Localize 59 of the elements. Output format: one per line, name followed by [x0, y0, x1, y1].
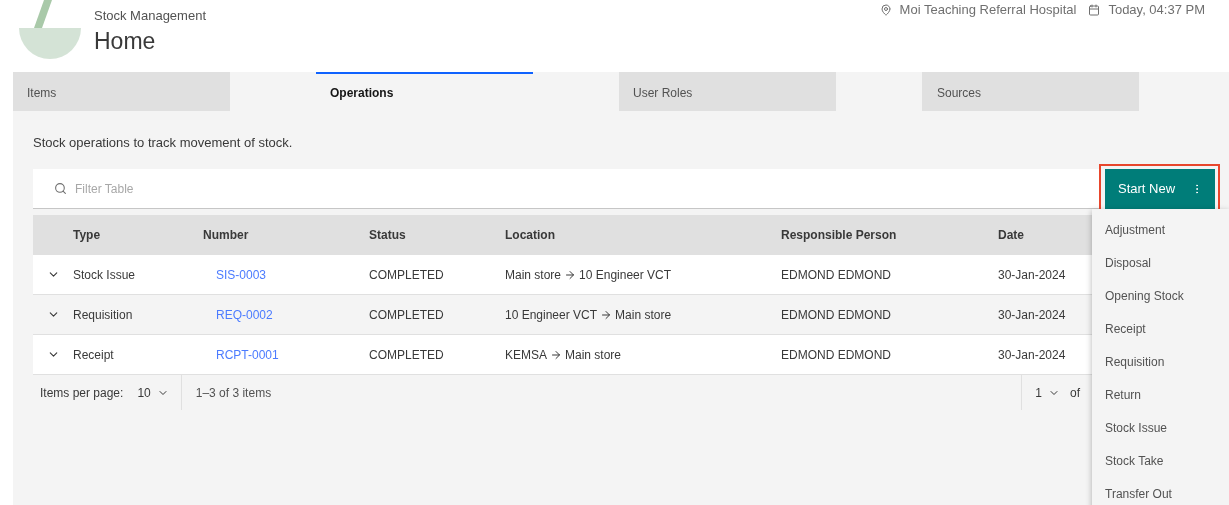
location-from: 10 Engineer VCT — [505, 306, 598, 324]
menu-item[interactable]: Stock Take — [1105, 451, 1164, 470]
menu-item[interactable]: Opening Stock — [1105, 286, 1184, 305]
page-of-label: of — [1070, 384, 1081, 402]
mortar-pestle-logo — [18, 0, 82, 60]
table-cell: EDMOND EDMOND — [781, 347, 891, 362]
location-to: Main store — [565, 346, 622, 364]
table-cell: EDMOND EDMOND — [781, 307, 891, 322]
filter-input[interactable]: Filter Table — [75, 179, 1100, 198]
table-cell: COMPLETED — [369, 347, 444, 362]
datetime-label: Today, 04:37 PM — [1108, 1, 1205, 19]
table-cell: Stock Issue — [73, 267, 136, 282]
per-page-select[interactable]: 10 — [137, 383, 169, 402]
location-to: 10 Engineer VCT — [579, 266, 672, 284]
description-text: Stock operations to track movement of stock. — [33, 134, 294, 152]
table-cell: 30-Jan-2024 — [998, 307, 1066, 322]
location-from: Main store — [505, 266, 562, 284]
number-link[interactable]: SIS-0003 — [216, 267, 267, 282]
items-per-page-label: Items per page: — [40, 384, 124, 402]
location-pin-icon — [879, 3, 892, 16]
column-header[interactable]: Number — [203, 228, 249, 242]
number-link[interactable]: RCPT-0001 — [216, 347, 279, 362]
column-header[interactable]: Status — [369, 228, 406, 242]
table-cell: Receipt — [73, 347, 114, 362]
table-cell: COMPLETED — [369, 307, 444, 322]
menu-item[interactable]: Disposal — [1105, 253, 1152, 272]
tab[interactable]: Sources — [922, 72, 1139, 111]
menu-item[interactable]: Receipt — [1105, 319, 1146, 338]
menu-item[interactable]: Requisition — [1105, 352, 1165, 371]
search-icon — [54, 182, 67, 195]
calendar-icon — [1088, 3, 1101, 16]
arrow-right-icon — [600, 308, 613, 321]
menu-item[interactable]: Adjustment — [1105, 220, 1166, 239]
app-name: Stock Management — [94, 8, 206, 24]
tab[interactable]: User Roles — [619, 72, 836, 111]
table-cell: EDMOND EDMOND — [781, 267, 891, 282]
table-cell: 30-Jan-2024 — [998, 347, 1066, 362]
page-title: Home — [94, 27, 157, 56]
column-header[interactable]: Date — [998, 228, 1024, 242]
menu-item[interactable]: Return — [1105, 385, 1142, 404]
filter-field[interactable]: Filter Table — [33, 169, 1100, 209]
menu-item[interactable]: Transfer Out — [1105, 484, 1172, 503]
start-new-button[interactable]: Start New — [1105, 169, 1215, 209]
location-label: Moi Teaching Referral Hospital — [899, 1, 1077, 19]
table-cell: 30-Jan-2024 — [998, 267, 1066, 282]
tab[interactable]: Items — [13, 72, 230, 111]
column-header[interactable]: Type — [73, 228, 101, 242]
menu-item[interactable]: Stock Issue — [1105, 418, 1168, 437]
column-header[interactable]: Responsible Person — [781, 228, 897, 242]
table-cell: COMPLETED — [369, 267, 444, 282]
number-link[interactable]: REQ-0002 — [216, 307, 273, 322]
arrow-right-icon — [564, 268, 577, 281]
location-from: KEMSA — [505, 346, 547, 364]
arrow-right-icon — [550, 348, 562, 361]
column-header[interactable]: Location — [505, 228, 555, 242]
location-to: Main store — [615, 306, 672, 324]
table-cell: Requisition — [73, 307, 133, 322]
item-range-text: 1–3 of 3 items — [195, 384, 272, 402]
page-select[interactable]: 1 — [1035, 383, 1060, 402]
